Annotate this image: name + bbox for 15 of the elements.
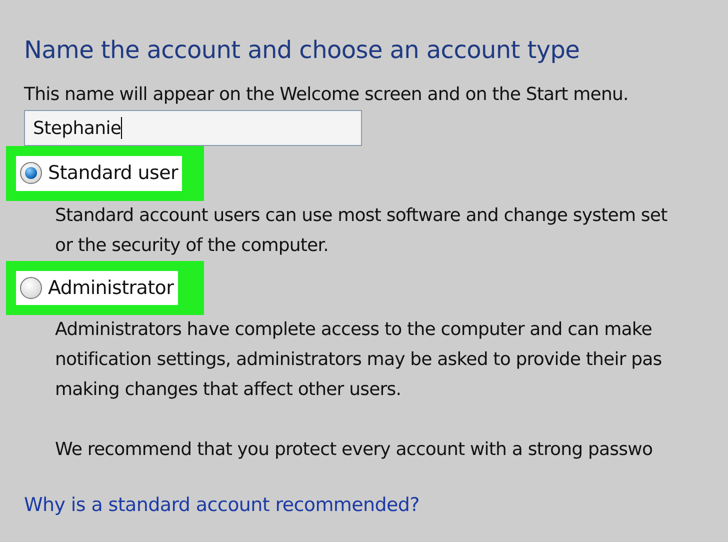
description: This name will appear on the Welcome screen and on the Start menu. — [24, 83, 630, 107]
help-link[interactable]: Why is a standard account recommended? — [24, 494, 420, 516]
text-cursor — [121, 117, 122, 139]
recommendation-text: We recommend that you protect every account with a strong passwo — [55, 438, 654, 462]
description-line: or the security of the computer. — [55, 234, 330, 258]
radio-button[interactable] — [20, 276, 42, 299]
radio-option[interactable]: Standard user — [16, 156, 182, 190]
description-line: Standard account users can use most software and change system set — [55, 204, 668, 228]
radio-button[interactable] — [20, 162, 42, 184]
description-line: Administrators have complete access to the computer and can make — [55, 318, 653, 342]
description-line: notification settings, administrators may be asked to provide their pas — [55, 348, 663, 372]
name-field[interactable]: Stephanie — [24, 110, 362, 146]
description-line: making changes that affect other users. — [55, 378, 402, 402]
heading: Name the account and choose an account type — [24, 35, 581, 66]
radio-option[interactable]: Administrator — [16, 270, 178, 305]
